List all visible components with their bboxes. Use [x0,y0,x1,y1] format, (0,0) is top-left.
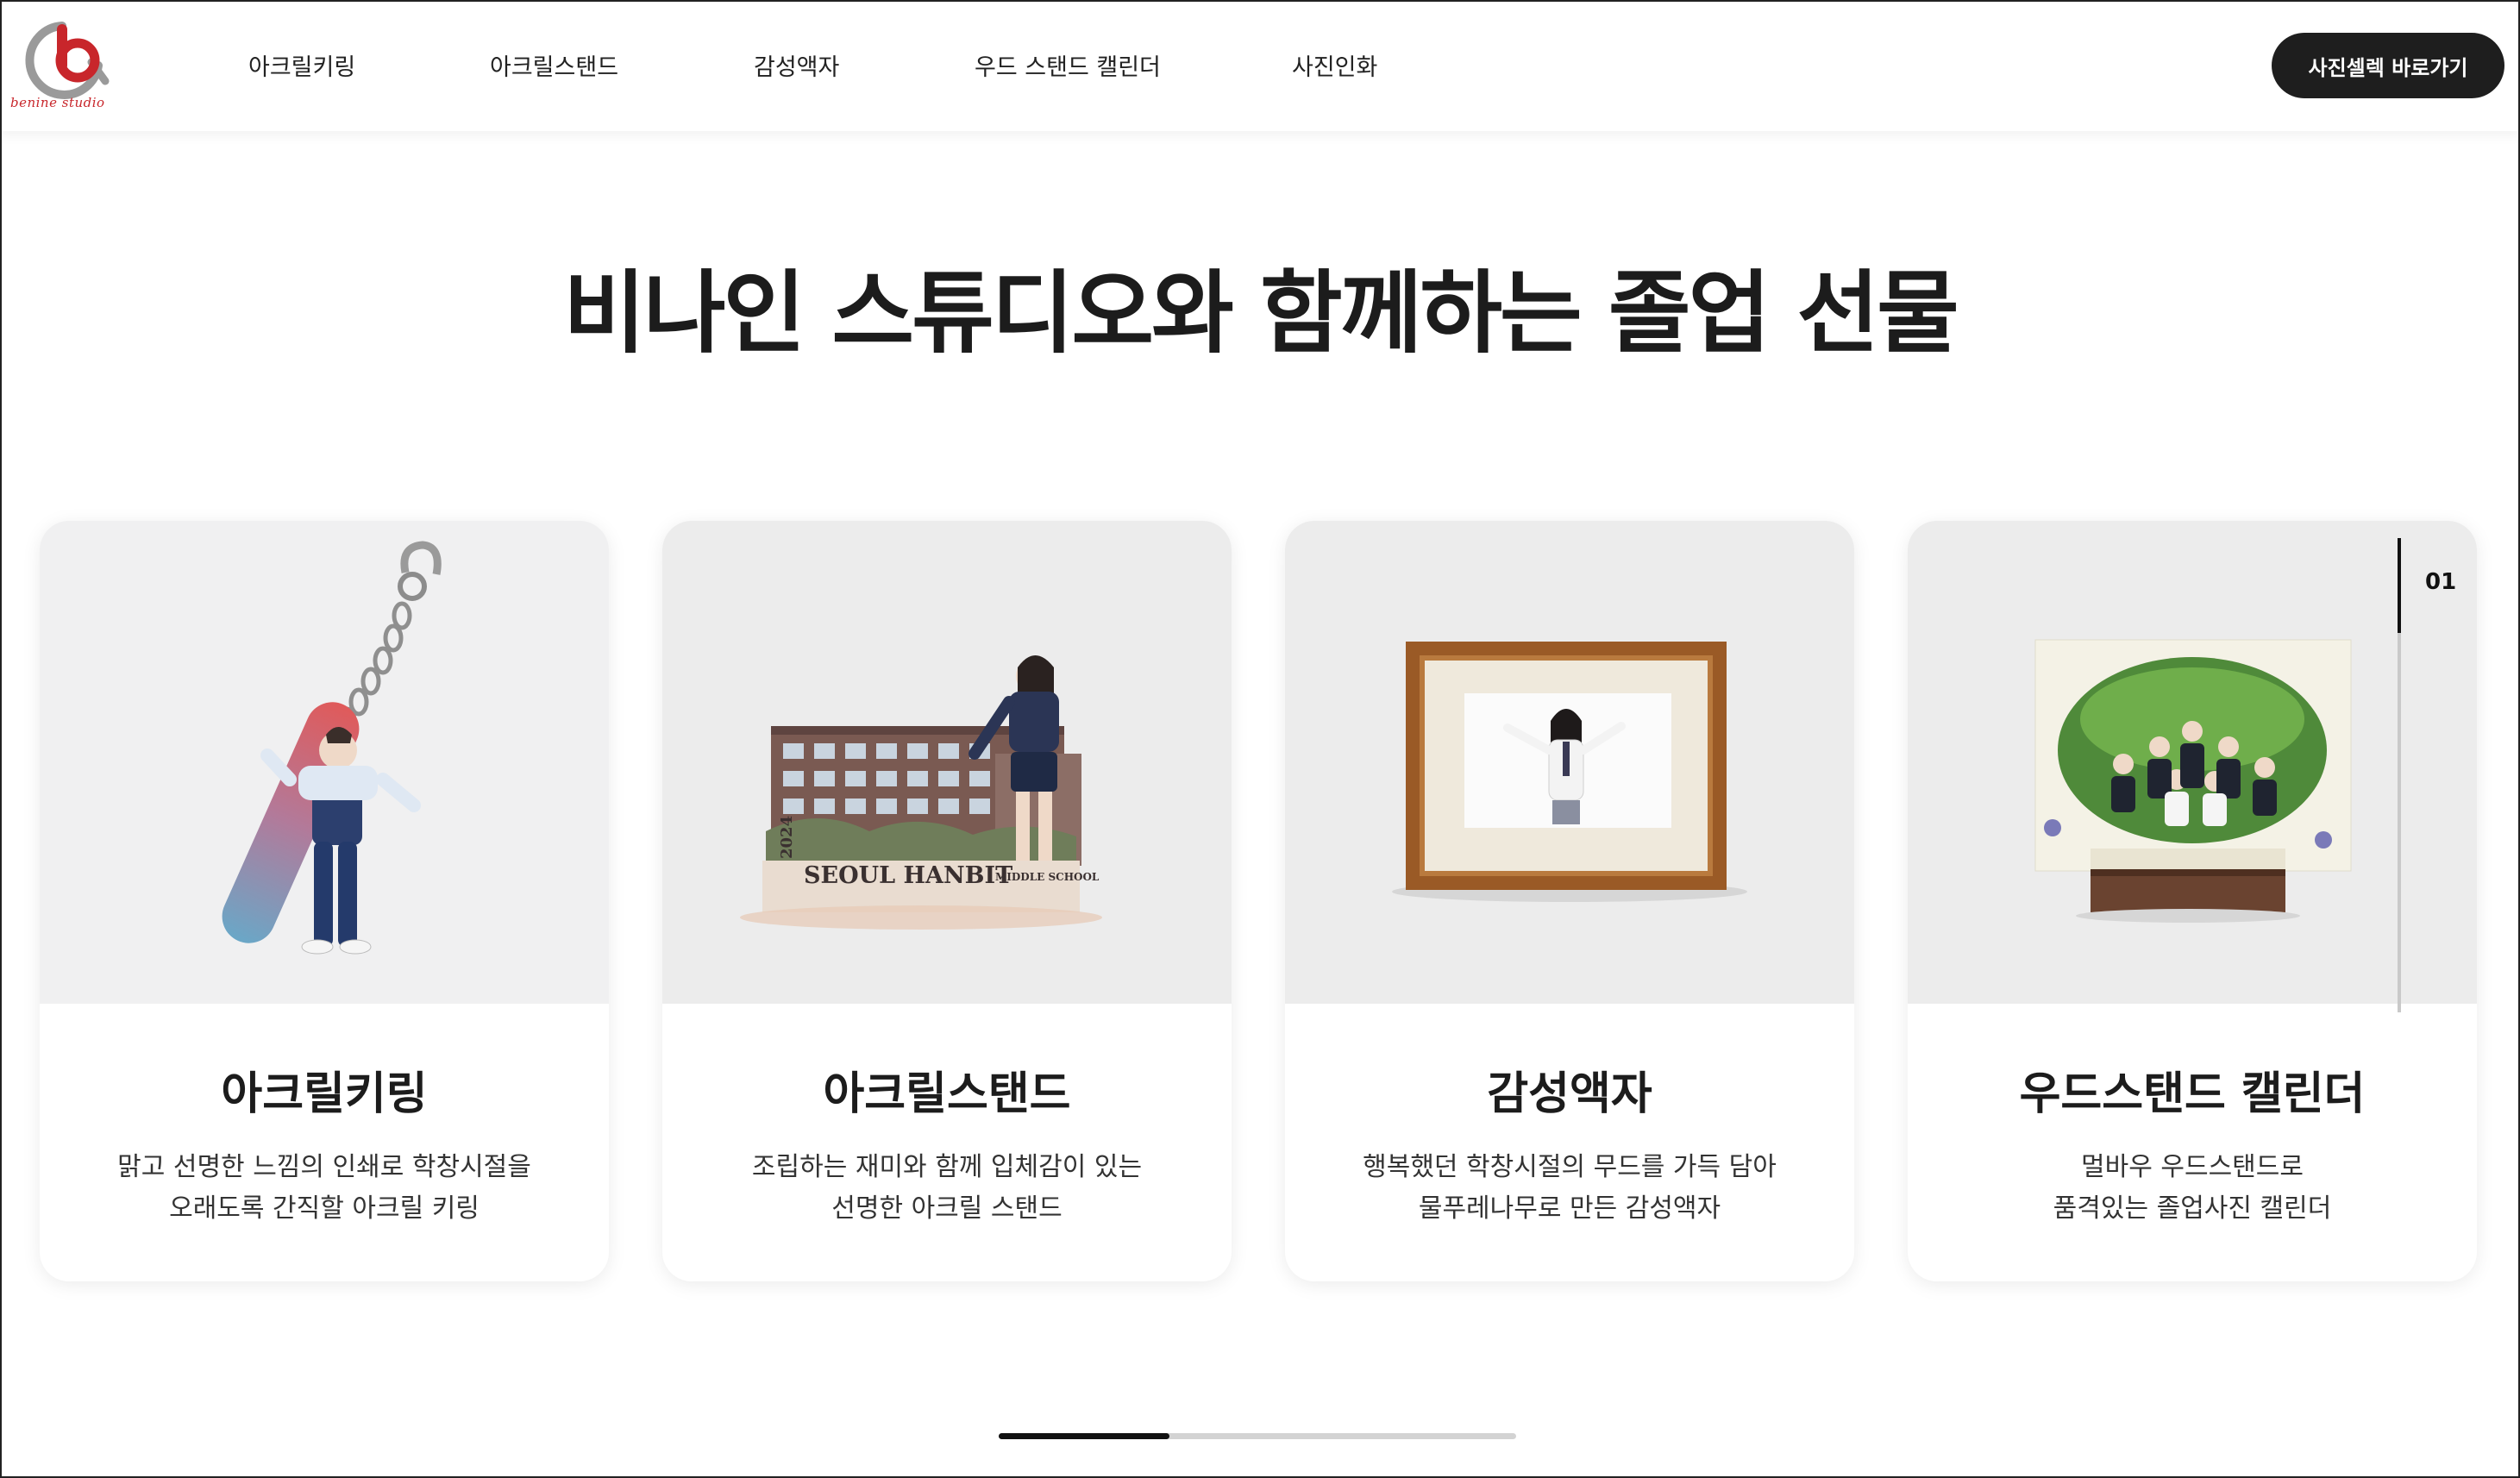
card-description: 행복했던 학창시절의 무드를 가득 담아 [1363,1152,1777,1182]
slider-progress[interactable] [999,1433,1516,1439]
stand-school-name: SEOUL HANBIT [804,862,1013,889]
card-description: 선명한 아크릴 스탠드 [831,1193,1063,1224]
card-description: 물푸레나무로 만든 감성액자 [1418,1193,1721,1224]
nav-item-acrylic-keyring[interactable]: 아크릴키링 [248,48,355,82]
product-card-acrylic-stand[interactable]: SEOUL HANBIT MIDDLE SCHOOL 2024 아크릴스탠드 조… [662,521,1232,1281]
site-header: benine studio 아크릴키링 아크릴스탠드 감성액자 우드 스탠드 캘… [0,0,2520,131]
photo-select-button[interactable]: 사진셀렉 바로가기 [2272,33,2504,98]
nav-item-photo-print[interactable]: 사진인화 [1292,48,1377,82]
page-title: 비나인 스튜디오와 함께하는 졸업 선물 [563,260,1959,366]
card-title: 아크릴스탠드 [823,1068,1071,1120]
card-title: 우드스탠드 캘린더 [2019,1068,2366,1120]
stand-year: 2024 [778,815,796,859]
product-card-acrylic-keyring[interactable]: 아크릴키링 맑고 선명한 느낌의 인쇄로 학창시절을 오래도록 간직할 아크릴 … [40,521,609,1281]
card-title: 아크릴키링 [221,1068,428,1120]
acrylic-stand-image: SEOUL HANBIT MIDDLE SCHOOL 2024 [662,521,1232,1004]
stand-school-type: MIDDLE SCHOOL [995,871,1100,883]
card-description: 오래도록 간직할 아크릴 키링 [169,1193,480,1224]
card-description: 멀바우 우드스탠드로 [2081,1152,2304,1182]
frame-image [1285,521,1854,1004]
slide-index-active [2398,538,2401,633]
nav-item-wood-stand-calendar[interactable]: 우드 스탠드 캘린더 [975,48,1161,82]
keyring-image [40,521,609,1004]
calendar-image [1908,521,2477,1004]
nav-item-acrylic-stand[interactable]: 아크릴스탠드 [490,48,618,82]
card-description: 품격있는 졸업사진 캘린더 [2053,1193,2332,1224]
product-card-wood-stand-calendar[interactable]: 우드스탠드 캘린더 멀바우 우드스탠드로 품격있는 졸업사진 캘린더 [1908,521,2477,1281]
card-title: 감성액자 [1487,1068,1652,1120]
nav-item-emotional-frame[interactable]: 감성액자 [754,48,839,82]
product-card-emotional-frame[interactable]: 감성액자 행복했던 학창시절의 무드를 가득 담아 물푸레나무로 만든 감성액자 [1285,521,1854,1281]
slider-progress-fill [999,1433,1169,1439]
logo-text: benine studio [10,95,105,110]
slide-index-number: 01 [2425,569,2457,595]
card-description: 맑고 선명한 느낌의 인쇄로 학창시절을 [117,1152,531,1182]
card-description: 조립하는 재미와 함께 입체감이 있는 [751,1152,1143,1182]
